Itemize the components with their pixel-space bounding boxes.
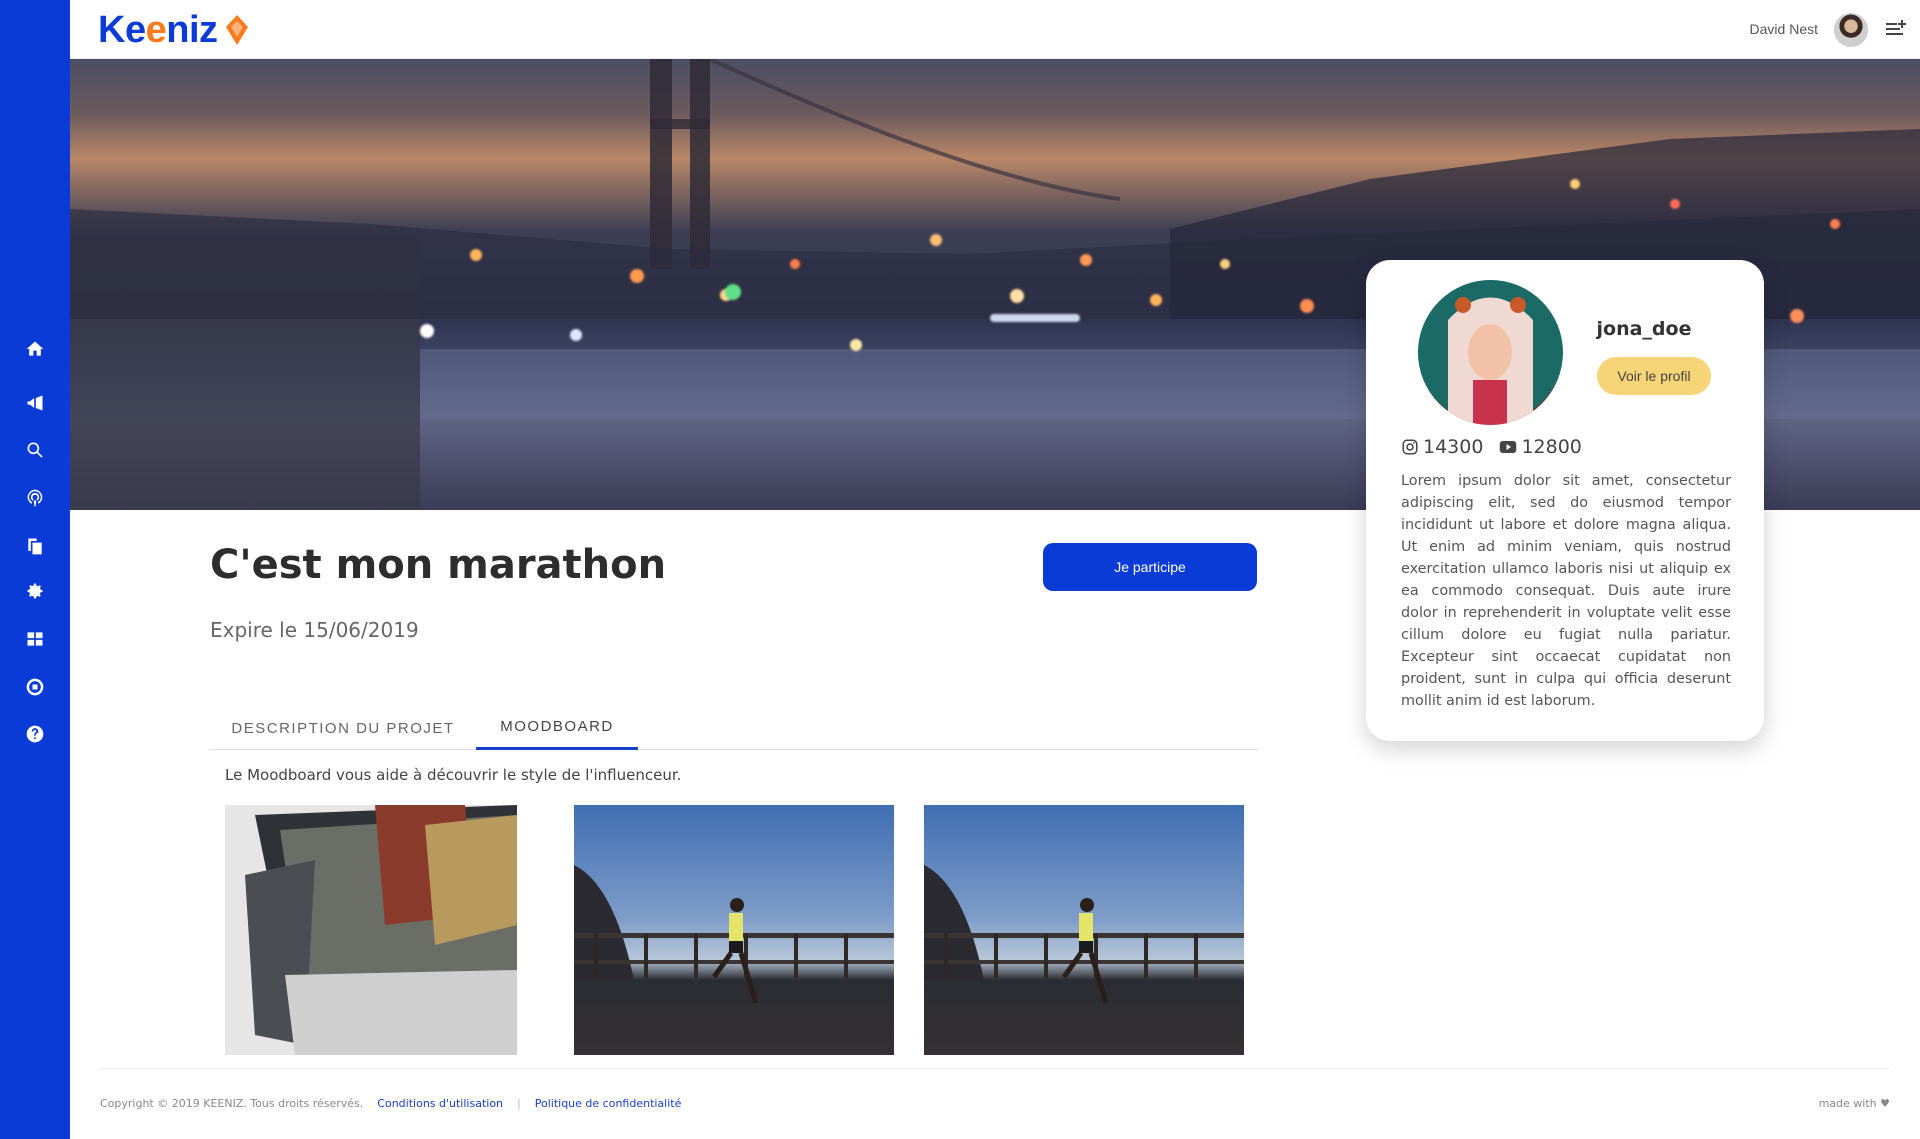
fox-logo-icon — [225, 15, 248, 45]
grid-icon[interactable] — [24, 628, 46, 650]
keeniz-logo[interactable]: Ke e niz — [98, 8, 250, 52]
influencer-bio: Lorem ipsum dolor sit amet, consectetur … — [1401, 473, 1731, 709]
influencer-username: jona_doe — [1596, 318, 1692, 340]
participate-button[interactable]: Je participe — [1043, 543, 1257, 591]
home-icon[interactable] — [24, 338, 46, 360]
influencer-portrait-image — [1418, 280, 1562, 425]
record-icon[interactable] — [24, 676, 46, 698]
comic-pages-image — [225, 805, 517, 1055]
follower-stats: 14300 12800 — [1401, 436, 1598, 458]
user-avatar[interactable] — [1834, 13, 1868, 47]
menu-add-icon[interactable] — [1886, 20, 1906, 38]
influencer-card: jona_doe Voir le profil 14300 12800 Lore… — [1366, 260, 1764, 741]
top-header: Ke e niz David Nest — [70, 0, 1920, 59]
terms-link[interactable]: Conditions d'utilisation — [377, 1097, 503, 1110]
youtube-stat: 12800 — [1499, 436, 1582, 458]
moodboard-image-runner-1[interactable] — [574, 805, 894, 1055]
expiry-date: Expire le 15/06/2019 — [210, 618, 419, 642]
documents-icon[interactable] — [24, 535, 46, 557]
tab-description[interactable]: DESCRIPTION DU PROJET — [210, 706, 476, 750]
instagram-count: 14300 — [1423, 436, 1484, 458]
sidebar — [0, 0, 70, 1139]
runner-photo-image — [574, 865, 894, 1004]
tab-moodboard[interactable]: MOODBOARD — [476, 706, 638, 750]
privacy-link[interactable]: Politique de confidentialité — [535, 1097, 682, 1110]
moodboard-image-runner-2[interactable] — [924, 805, 1244, 1055]
gear-icon[interactable] — [24, 580, 46, 602]
youtube-count: 12800 — [1521, 436, 1582, 458]
user-name[interactable]: David Nest — [1750, 21, 1818, 37]
help-icon[interactable] — [24, 723, 46, 745]
campaign-title: C'est mon marathon — [210, 542, 667, 588]
view-profile-button[interactable]: Voir le profil — [1597, 357, 1711, 395]
footer-divider — [100, 1068, 1890, 1069]
copyright-text: Copyright © 2019 KEENIZ. Tous droits rés… — [100, 1097, 364, 1110]
footer: Copyright © 2019 KEENIZ. Tous droits rés… — [100, 1097, 681, 1110]
youtube-icon — [1500, 441, 1517, 453]
made-with-text: made with ♥ — [1818, 1097, 1890, 1110]
podcast-icon[interactable] — [24, 487, 46, 509]
moodboard-image-comics[interactable] — [225, 805, 517, 1055]
megaphone-icon[interactable] — [24, 392, 46, 414]
runner-photo-image-2 — [924, 865, 1244, 1004]
project-tabs: DESCRIPTION DU PROJET MOODBOARD — [210, 706, 1258, 750]
instagram-icon — [1402, 439, 1418, 455]
footer-separator: | — [517, 1097, 521, 1110]
search-icon[interactable] — [24, 439, 46, 461]
moodboard-description: Le Moodboard vous aide à découvrir le st… — [225, 766, 682, 784]
influencer-avatar[interactable] — [1418, 280, 1563, 425]
instagram-stat: 14300 — [1401, 436, 1483, 458]
